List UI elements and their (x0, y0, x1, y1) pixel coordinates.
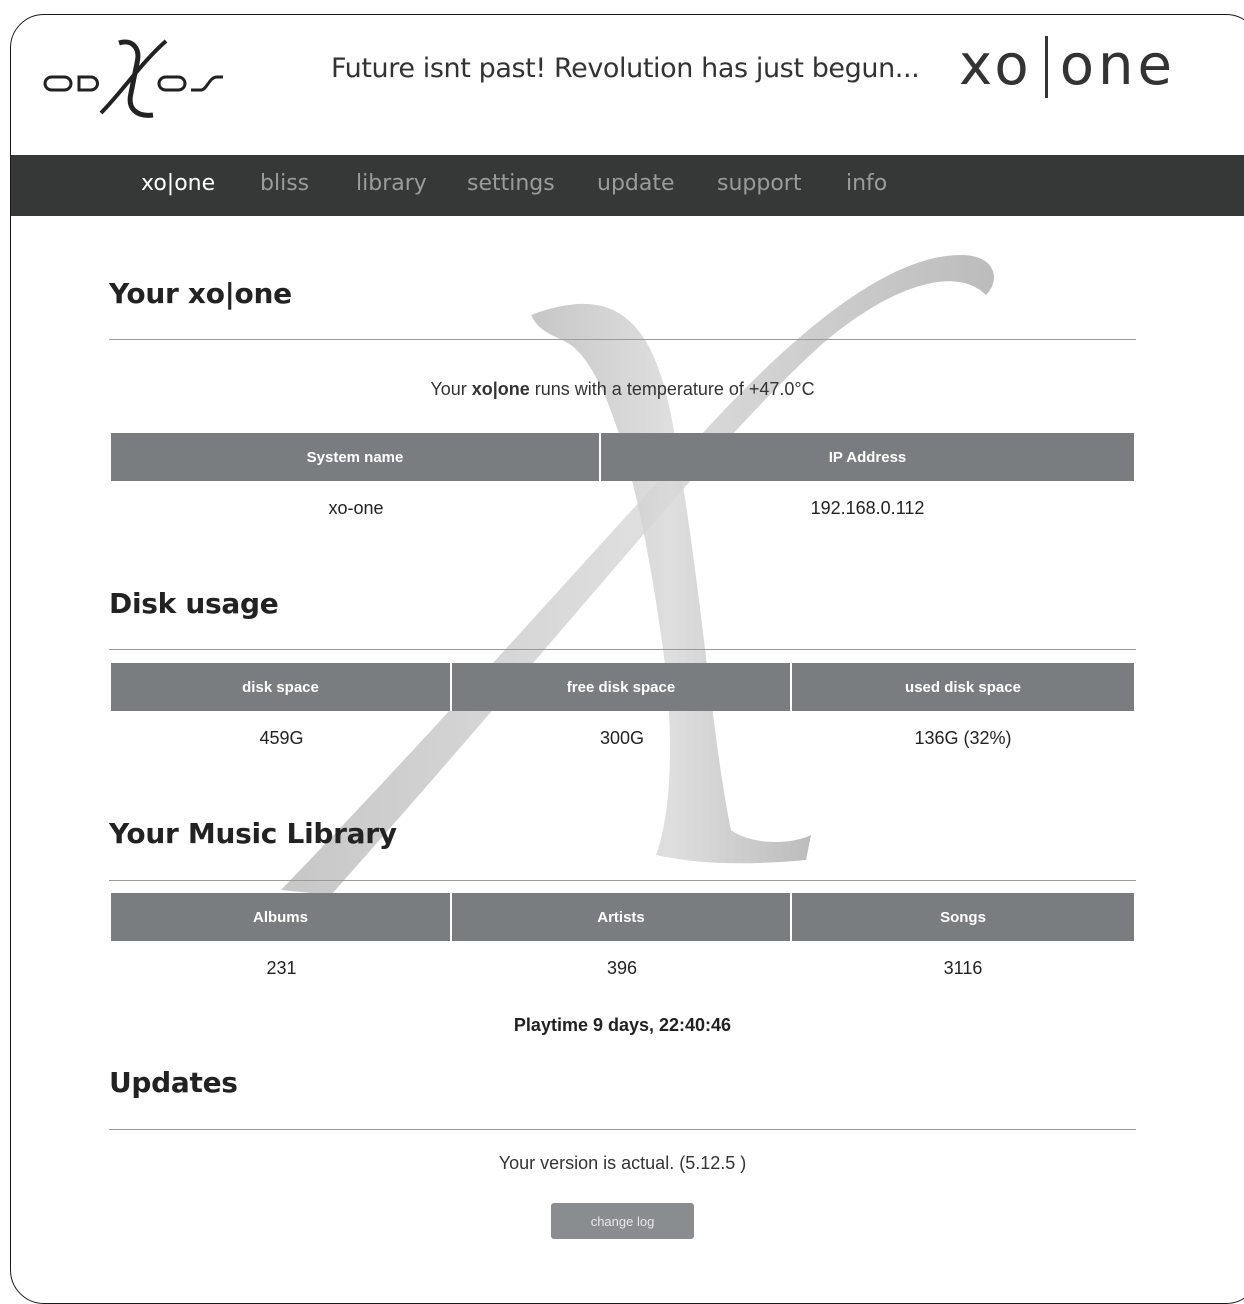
change-log-button[interactable]: change log (551, 1203, 694, 1239)
column-header: free disk space (452, 663, 792, 711)
table-row: 459G 300G 136G (32%) (111, 723, 1134, 753)
nav-item-support[interactable]: support (717, 171, 801, 196)
ip-address-value: 192.168.0.112 (810, 497, 925, 518)
artists-value: 396 (606, 957, 638, 978)
app-frame: Future isnt past! Revolution has just be… (10, 14, 1244, 1304)
used-disk-space-value: 136G (32%) (914, 727, 1012, 748)
column-header: disk space (111, 663, 452, 711)
free-disk-space-value: 300G (599, 727, 645, 748)
albums-value: 231 (266, 957, 297, 978)
nav-item-info[interactable]: info (846, 171, 887, 196)
nav-item-bliss[interactable]: bliss (260, 171, 309, 196)
temperature-brand: xo|one (471, 379, 530, 399)
nav-item-library[interactable]: library (356, 171, 427, 196)
library-table-header: Albums Artists Songs (111, 893, 1134, 941)
section-title-library: Your Music Library (109, 817, 397, 850)
column-header: Artists (452, 893, 792, 941)
songs-value: 3116 (943, 957, 983, 978)
column-header: used disk space (792, 663, 1134, 711)
temperature-prefix: Your (430, 379, 472, 399)
brand-logo: xo one (959, 33, 1176, 98)
header: Future isnt past! Revolution has just be… (11, 15, 1244, 155)
brand-left: xo (959, 33, 1033, 98)
system-name-value: xo-one (328, 497, 384, 518)
column-header: System name (111, 433, 601, 481)
column-header: Songs (792, 893, 1134, 941)
divider (109, 880, 1136, 881)
system-table-header: System name IP Address (111, 433, 1134, 481)
brand-divider (1044, 36, 1048, 98)
odxos-logo-icon (43, 39, 223, 118)
temperature-suffix: runs with a temperature of +47.0°C (529, 379, 815, 399)
main-nav: xo|one bliss library settings update sup… (11, 155, 1244, 216)
nav-item-settings[interactable]: settings (467, 171, 555, 196)
version-status-text: Your version is actual. (5.12.5 ) (498, 1153, 747, 1173)
temperature-text: Your xo|one runs with a temperature of +… (111, 379, 1134, 400)
section-title-system: Your xo|one (109, 277, 292, 310)
section-title-disk: Disk usage (109, 587, 279, 620)
nav-item-xoone[interactable]: xo|one (141, 171, 215, 196)
table-row: 231 396 3116 (111, 953, 1134, 983)
disk-space-value: 459G (259, 727, 304, 748)
playtime-text: Playtime 9 days, 22:40:46 (513, 1015, 732, 1035)
column-header: IP Address (601, 433, 1134, 481)
divider (109, 339, 1136, 340)
table-row: xo-one 192.168.0.112 (111, 493, 1134, 523)
tagline: Future isnt past! Revolution has just be… (331, 53, 920, 84)
disk-table-header: disk space free disk space used disk spa… (111, 663, 1134, 711)
divider (109, 1129, 1136, 1130)
brand-right: one (1059, 33, 1176, 98)
column-header: Albums (111, 893, 452, 941)
nav-item-update[interactable]: update (597, 171, 675, 196)
divider (109, 649, 1136, 650)
section-title-updates: Updates (109, 1066, 238, 1099)
